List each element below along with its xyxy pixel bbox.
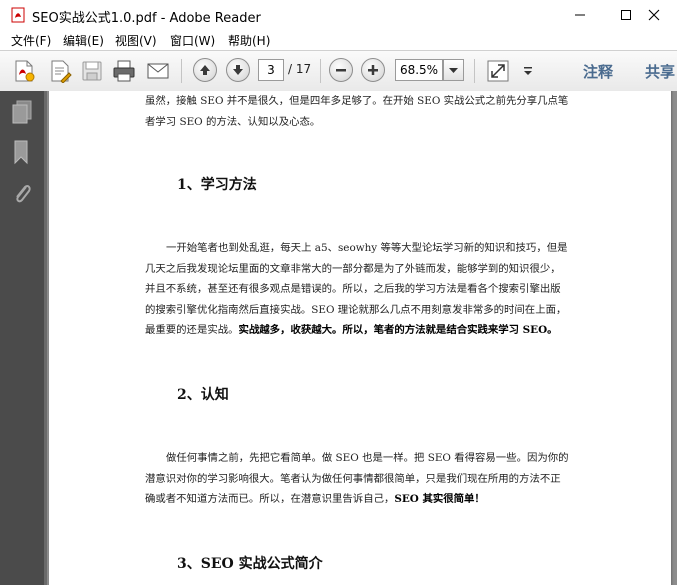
bold-text-run: 实战越多，收获越大。所以，笔者的方法就是结合实践来学习 SEO。	[238, 324, 558, 336]
title-bar: SEO实战公式1.0.pdf - Adobe Reader	[0, 0, 677, 31]
text-line: 做任何事情之前，先把它看简单。做 SEO 也是一样。把 SEO 看得容易一些。因…	[166, 452, 569, 464]
menu-edit[interactable]: 编辑(E)	[63, 32, 104, 49]
toolbar: 3 / 17 68.5% 注释 共享	[0, 50, 677, 92]
zoom-level-input[interactable]: 68.5%	[395, 59, 443, 81]
navigation-sidebar	[0, 91, 44, 585]
bold-text-run: SEO 其实很简单！	[394, 493, 485, 505]
menu-bar: 文件(F) 编辑(E) 视图(V) 窗口(W) 帮助(H)	[0, 30, 677, 50]
toolbar-separator	[320, 59, 321, 83]
text-line: 潜意识对你的学习影响很大。笔者认为做任何事情都很简单，只是我们现在所用的方法不正	[145, 472, 561, 485]
menu-file[interactable]: 文件(F)	[11, 32, 51, 49]
edit-pdf-icon[interactable]	[48, 59, 72, 84]
share-pane-button[interactable]: 共享	[645, 61, 675, 82]
pages-icon[interactable]	[10, 99, 34, 125]
menu-view[interactable]: 视图(V)	[115, 32, 157, 49]
save-icon[interactable]	[80, 59, 104, 83]
attachments-icon[interactable]	[10, 181, 34, 207]
close-button[interactable]	[631, 0, 677, 30]
section-paragraph: 做任何事情之前，先把它看简单。做 SEO 也是一样。把 SEO 看得容易一些。因…	[145, 448, 583, 510]
menu-window[interactable]: 窗口(W)	[170, 32, 215, 49]
minimize-button[interactable]	[557, 0, 603, 30]
text-line: 确或者不知道方法而已。所以，在潜意识里告诉自己，SEO 其实很简单！	[145, 489, 583, 510]
window-title: SEO实战公式1.0.pdf - Adobe Reader	[32, 11, 261, 26]
zoom-in-button[interactable]	[361, 58, 385, 82]
text-line: 虽然，接触 SEO 并不是很久，但是四年多足够了。在开始 SEO 实战公式之前先…	[145, 95, 569, 107]
page-total: / 17	[288, 62, 312, 76]
zoom-dropdown-button[interactable]	[443, 59, 464, 81]
text-line: 最重要的还是实战。实战越多，收获越大。所以，笔者的方法就是结合实践来学习 SEO…	[145, 320, 583, 341]
annotate-pane-button[interactable]: 注释	[583, 61, 613, 82]
adobe-reader-icon	[10, 7, 26, 23]
document-view[interactable]: 虽然，接触 SEO 并不是很久，但是四年多足够了。在开始 SEO 实战公式之前先…	[47, 91, 677, 585]
pdf-page: 虽然，接触 SEO 并不是很久，但是四年多足够了。在开始 SEO 实战公式之前先…	[49, 91, 671, 585]
create-pdf-icon[interactable]	[12, 59, 36, 83]
email-icon[interactable]	[146, 59, 170, 83]
more-tools-chevron-icon[interactable]	[518, 59, 542, 83]
text-line: 并且不系统，甚至还有很多观点是错误的。所以，之后我的学习方法是看各个搜索引擎出版	[145, 283, 561, 295]
section-heading: 1、学习方法	[177, 177, 257, 193]
section-paragraph: 一开始笔者也到处乱逛，每天上 a5、seowhy 等等大型论坛学习新的知识和技巧…	[145, 238, 583, 341]
page-number-input[interactable]: 3	[258, 59, 284, 81]
text-line: 者学习 SEO 的方法、认知以及心态。	[145, 115, 321, 128]
next-page-button[interactable]	[226, 58, 250, 82]
bookmarks-icon[interactable]	[10, 139, 34, 165]
section-heading: 3、SEO 实战公式简介	[177, 556, 323, 572]
intro-paragraph: 虽然，接触 SEO 并不是很久，但是四年多足够了。在开始 SEO 实战公式之前先…	[145, 91, 583, 132]
fit-window-icon[interactable]	[486, 59, 510, 83]
text-run: 确或者不知道方法而已。所以，在潜意识里告诉自己，	[145, 493, 395, 505]
previous-page-button[interactable]	[193, 58, 217, 82]
text-run: 最重要的还是实战。	[145, 324, 239, 336]
print-icon[interactable]	[112, 59, 136, 83]
toolbar-separator	[474, 59, 475, 83]
text-line: 的搜索引擎优化指南然后直接实战。SEO 理论就那么几点不用刻意发非常多的时间在上…	[145, 303, 567, 316]
menu-help[interactable]: 帮助(H)	[228, 32, 270, 49]
zoom-out-button[interactable]	[329, 58, 353, 82]
text-line: 一开始笔者也到处乱逛，每天上 a5、seowhy 等等大型论坛学习新的知识和技巧…	[166, 242, 568, 254]
section-heading: 2、认知	[177, 387, 229, 403]
text-line: 几天之后我发现论坛里面的文章非常大的一部分都是为了外链而发，能够学到的知识很少，	[145, 262, 561, 275]
toolbar-separator	[181, 59, 182, 83]
